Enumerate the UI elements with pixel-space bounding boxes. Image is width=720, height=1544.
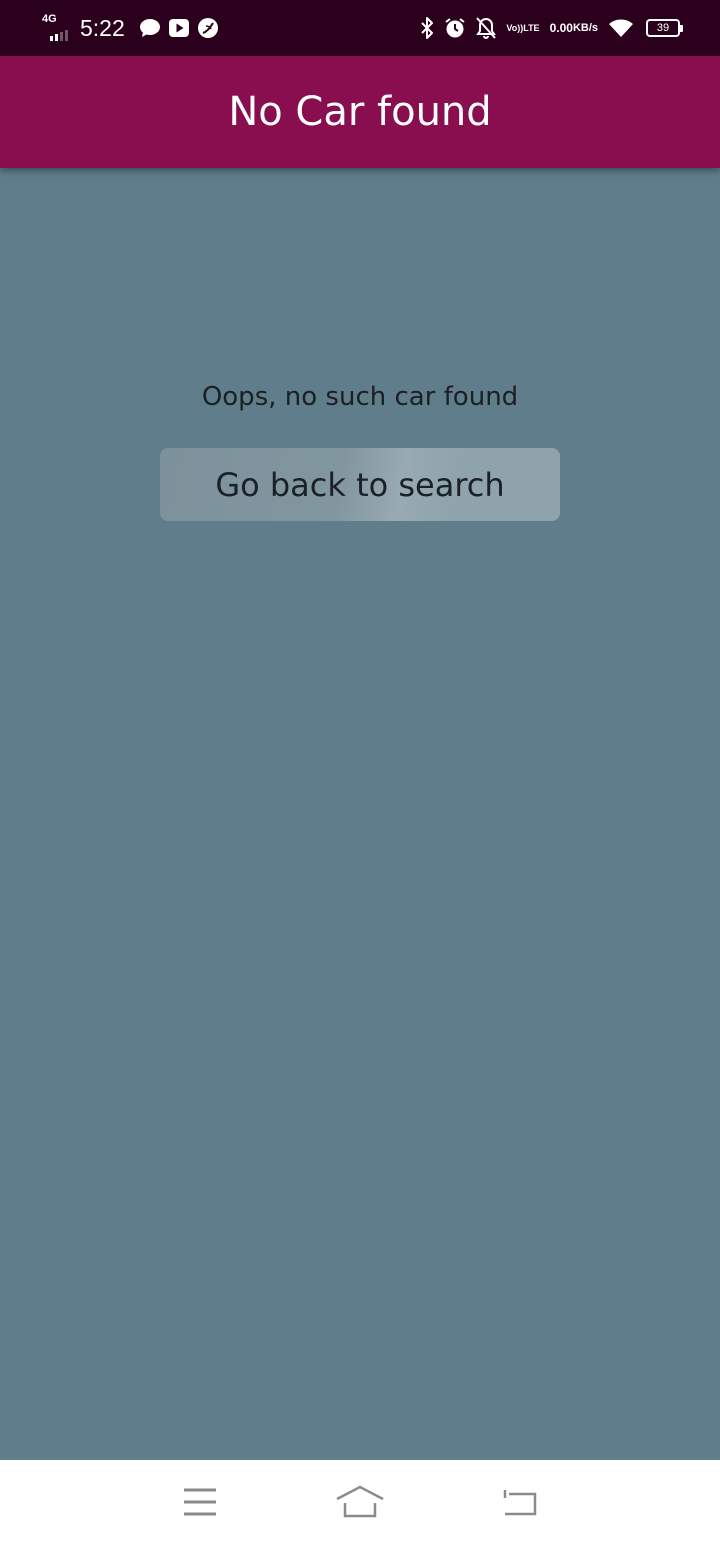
home-button[interactable] xyxy=(330,1472,390,1532)
battery-level: 39 xyxy=(656,22,670,34)
volte-indicator: Vo)) LTE xyxy=(506,22,540,33)
system-nav-bar xyxy=(0,1460,720,1544)
alarm-icon xyxy=(444,17,466,39)
wifi-icon xyxy=(608,18,634,38)
page-title: No Car found xyxy=(228,89,492,135)
app-bar: No Car found xyxy=(0,56,720,168)
status-bar: 4G 5:22 Vo)) LTE 0.00 KB/s 39 xyxy=(0,0,720,56)
not-found-message: Oops, no such car found xyxy=(201,382,519,412)
volte-top-label: Vo)) xyxy=(506,22,524,33)
leaf-icon xyxy=(197,17,219,39)
status-bar-left: 4G 5:22 xyxy=(42,13,227,43)
back-icon xyxy=(503,1490,537,1516)
bluetooth-icon xyxy=(420,17,434,39)
speed-value: 0.00 xyxy=(549,21,573,35)
back-button[interactable] xyxy=(490,1472,550,1532)
home-icon xyxy=(336,1485,384,1518)
status-time: 5:22 xyxy=(80,14,125,41)
bell-off-icon xyxy=(476,17,497,39)
main-content: Oops, no such car found Go back to searc… xyxy=(0,168,720,1460)
volte-bottom-label: LTE xyxy=(523,22,540,33)
speed-unit: KB/s xyxy=(572,21,598,34)
network-type-label: 4G xyxy=(42,13,57,25)
status-bar-right: Vo)) LTE 0.00 KB/s 39 xyxy=(416,17,683,39)
cellular-signal-icon: 4G xyxy=(42,13,74,43)
menu-button[interactable] xyxy=(170,1472,230,1532)
battery-icon: 39 xyxy=(646,19,683,37)
menu-icon xyxy=(184,1488,216,1516)
chat-bubble-icon xyxy=(139,18,161,38)
network-speed: 0.00 KB/s xyxy=(550,22,598,34)
go-back-to-search-button[interactable]: Go back to search xyxy=(160,448,560,521)
youtube-icon xyxy=(168,19,189,37)
